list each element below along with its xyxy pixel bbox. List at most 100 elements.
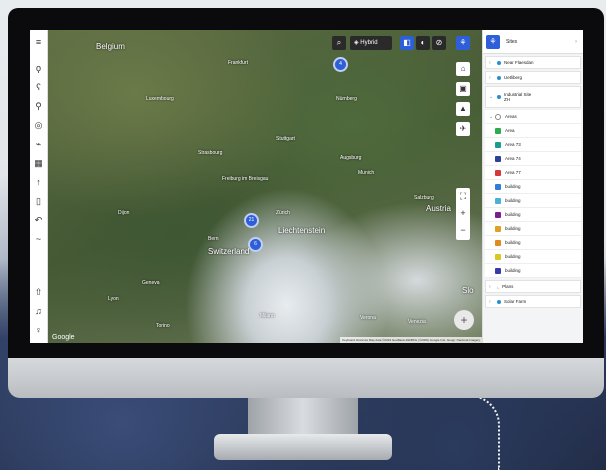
site-item[interactable]: › Uetliberg: [485, 71, 581, 84]
area-item[interactable]: building: [485, 208, 581, 222]
redo-icon[interactable]: ~: [32, 232, 46, 246]
site-dot-icon: [497, 60, 501, 65]
monitor-chin: [8, 358, 604, 398]
chevron-right-icon: ›: [489, 283, 491, 290]
antenna-icon[interactable]: ↑: [32, 175, 46, 189]
area-item[interactable]: Area 73: [485, 138, 581, 152]
area-item[interactable]: building: [485, 180, 581, 194]
area-label: building: [505, 226, 521, 231]
map-cluster-marker[interactable]: 4: [333, 57, 348, 72]
map-label: Slo: [462, 286, 474, 295]
area-item[interactable]: Area 77: [485, 166, 581, 180]
area-item[interactable]: Area: [485, 124, 581, 138]
zoom-control: ⛶ + −: [456, 188, 470, 240]
zoom-in-button[interactable]: +: [456, 205, 470, 222]
map-label: Stuttgart: [276, 136, 295, 142]
airplane-icon[interactable]: ✈: [456, 122, 470, 136]
search-icon[interactable]: ⌕: [332, 36, 346, 50]
shape-icon: [495, 155, 501, 162]
image-icon[interactable]: ▣: [456, 82, 470, 96]
area-label: Area: [505, 128, 515, 133]
area-item[interactable]: building: [485, 250, 581, 264]
map-label: Belgium: [96, 42, 125, 51]
site-dot-icon: [497, 95, 501, 99]
chevron-down-icon: ⌄: [489, 94, 494, 100]
group-label: Areas: [505, 114, 517, 119]
site-item[interactable]: › Solar Farm: [485, 295, 581, 308]
site-item-industrial[interactable]: ⌄ Industrial Site ZH: [485, 86, 581, 108]
building-icon[interactable]: ⌂: [456, 62, 470, 76]
search-area-icon[interactable]: ◎: [32, 118, 46, 132]
map-label: Lyon: [108, 296, 119, 302]
monitor-stand-foot: [214, 434, 392, 460]
bell-icon[interactable]: ♫: [32, 304, 46, 318]
area-item[interactable]: building: [485, 222, 581, 236]
sites-toggle-button[interactable]: ⚘: [456, 36, 470, 50]
site-item[interactable]: › Near Flaesdan: [485, 56, 581, 69]
close-icon[interactable]: ›: [575, 39, 577, 45]
map-label: Munich: [358, 170, 375, 176]
site-dot-icon: [497, 75, 501, 80]
pin-icon[interactable]: ⚲: [32, 99, 46, 113]
monitor-stand-neck: [248, 398, 358, 436]
lasso-icon[interactable]: ϙ: [32, 61, 46, 75]
map-label: Luxembourg: [146, 96, 174, 102]
add-fab-button[interactable]: +: [454, 310, 474, 330]
area-label: building: [505, 254, 521, 259]
map-label: Torino: [156, 323, 170, 329]
zoom-out-button[interactable]: −: [456, 222, 470, 239]
chevron-right-icon: ›: [489, 59, 491, 66]
fullscreen-icon[interactable]: ⛶: [456, 188, 470, 205]
panel-title: Sites: [506, 38, 518, 45]
areas-group[interactable]: ⌄ Areas: [485, 110, 581, 124]
area-label: Area 74: [505, 156, 521, 161]
map-view[interactable]: Belgium Frankfurt Luxembourg Nürnberg St…: [48, 30, 482, 343]
map-label: Verona: [360, 315, 376, 321]
sites-icon: ⚘: [486, 34, 500, 49]
shape-icon: [495, 127, 501, 134]
shape-icon: [495, 225, 501, 232]
area-list: Area Area 73 Area 74 Area 77 building buildin…: [483, 124, 583, 278]
chevron-right-icon: ›: [489, 298, 491, 305]
map-attribution[interactable]: Keyboard shortcuts Map data ©2023 GeoBas…: [340, 337, 482, 343]
area-item[interactable]: Area 74: [485, 152, 581, 166]
map-type-button[interactable]: ◧: [400, 36, 414, 50]
layer-switch-button[interactable]: ◈ Hybrid: [350, 36, 392, 50]
site-label: Solar Farm: [504, 299, 527, 304]
visibility-icon[interactable]: ⊘: [432, 36, 446, 50]
area-label: Area 77: [505, 170, 521, 175]
weather-icon[interactable]: ◐: [416, 36, 430, 50]
map-label: Strasbourg: [198, 150, 223, 156]
map-label: Liechtenstein: [278, 226, 326, 235]
area-item[interactable]: building: [485, 236, 581, 250]
map-label: Zürich: [276, 210, 290, 216]
map-label: Freiburg im Breisgau: [222, 176, 269, 182]
area-label: building: [505, 240, 521, 245]
upload-icon[interactable]: ⇧: [32, 285, 46, 299]
area-label: building: [505, 268, 521, 273]
site-dot-icon: [497, 299, 501, 304]
area-item[interactable]: building: [485, 264, 581, 278]
ruler-icon[interactable]: ⌁: [32, 137, 46, 151]
panel-header: ⚘ Sites ›: [483, 30, 583, 54]
undo-icon[interactable]: ↶: [32, 213, 46, 227]
shape-icon: [495, 169, 501, 176]
user-icon[interactable]: ♀: [32, 323, 46, 337]
map-cluster-marker[interactable]: 21: [244, 213, 259, 228]
terrain-icon[interactable]: ▲: [456, 102, 470, 116]
map-cluster-marker[interactable]: 6: [248, 237, 263, 252]
plans-item[interactable]: › ⌞ Plans: [485, 280, 581, 293]
area-label: Area 73: [505, 142, 521, 147]
area-label: building: [505, 212, 521, 217]
trash-icon[interactable]: ▯: [32, 194, 46, 208]
menu-icon[interactable]: ≡: [32, 35, 46, 49]
calculator-icon[interactable]: ▦: [32, 156, 46, 170]
area-item[interactable]: building: [485, 194, 581, 208]
route-icon[interactable]: ʕ: [32, 80, 46, 94]
map-label: Dijon: [118, 210, 130, 216]
site-label: Uetliberg: [504, 75, 523, 80]
map-label: Geneva: [142, 280, 160, 286]
map-label: Switzerland: [208, 247, 250, 256]
route-line: [380, 395, 500, 470]
map-label: Bern: [208, 236, 219, 242]
